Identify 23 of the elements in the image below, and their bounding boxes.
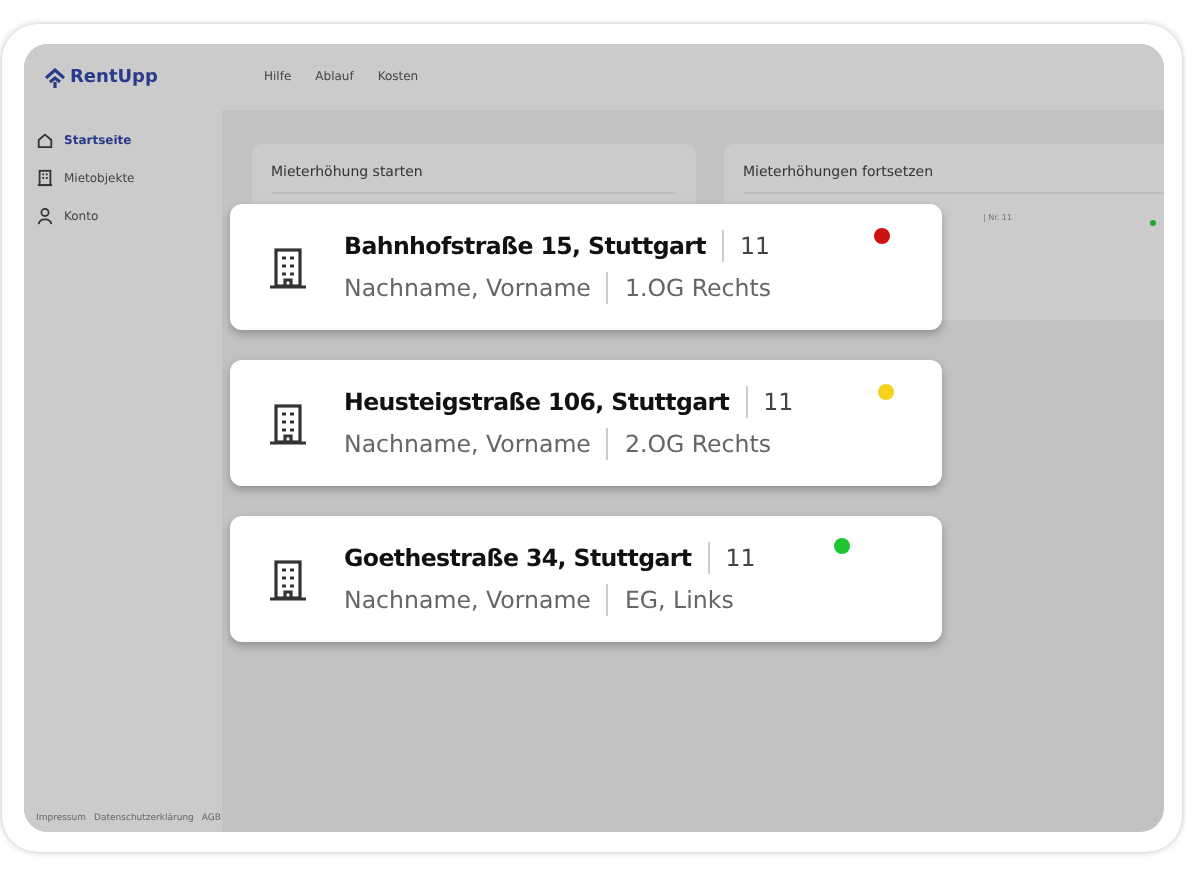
building-icon — [268, 557, 308, 601]
person-icon — [36, 206, 54, 226]
unit-label: EG, Links — [624, 586, 734, 614]
property-number: 11 — [763, 388, 794, 416]
property-card[interactable]: Heusteigstraße 106, Stuttgart 11 Nachname, Vorname 2.OG Rechts — [230, 360, 942, 486]
home-icon — [36, 130, 54, 150]
logo-text[interactable]: RentUpp — [70, 67, 158, 87]
tenant-name: Nachname, Vorname — [344, 430, 591, 458]
property-number: 11 — [725, 544, 756, 572]
property-address: Bahnhofstraße 15, Stuttgart — [344, 232, 706, 260]
property-address: Heusteigstraße 106, Stuttgart — [344, 388, 730, 416]
unit-label: 1.OG Rechts — [624, 274, 772, 302]
building-icon — [268, 401, 308, 445]
building-icon — [268, 245, 308, 289]
unit-label: 2.OG Rechts — [624, 430, 772, 458]
tenant-name: Nachname, Vorname — [344, 274, 591, 302]
property-number: 11 — [740, 232, 771, 260]
building-icon — [36, 168, 54, 188]
tenant-name: Nachname, Vorname — [344, 586, 591, 614]
property-address: Goethestraße 34, Stuttgart — [344, 544, 692, 572]
logo-icon — [44, 67, 66, 87]
property-card[interactable]: Goethestraße 34, Stuttgart 11 Nachname, Vorname EG, Links — [230, 516, 942, 642]
property-card[interactable]: Bahnhofstraße 15, Stuttgart 11 Nachname, Vorname 1.OG Rechts — [230, 204, 942, 330]
